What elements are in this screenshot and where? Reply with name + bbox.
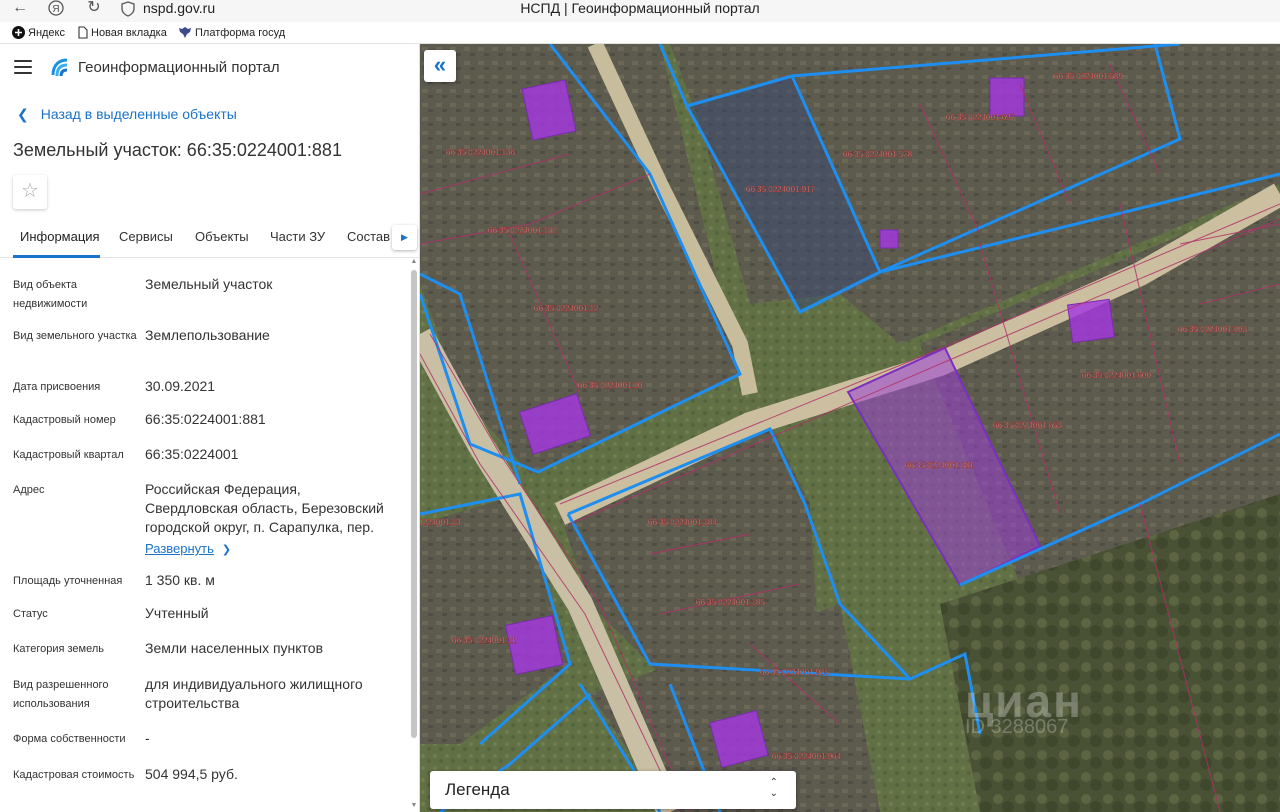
svg-text:Я: Я — [52, 4, 59, 15]
map-view[interactable]: 66:35:0224001:136 66:35:0224001:132 66:3… — [420, 44, 1280, 812]
bookmark-yandex[interactable]: Яндекс — [12, 25, 65, 44]
expand-address-link[interactable]: Развернуть ❯ — [145, 539, 397, 560]
row-value: 1 350 кв. м — [145, 572, 215, 588]
favorite-star-icon[interactable]: ☆ — [13, 175, 47, 209]
panel-scrollbar[interactable]: ▲ ▼ — [410, 258, 418, 812]
row-value: - — [145, 730, 150, 746]
menu-icon[interactable] — [14, 60, 32, 74]
parcel-label: 66:35:0224001:917 — [746, 185, 816, 194]
row-label: Статус — [13, 608, 48, 620]
scroll-up-icon[interactable]: ▲ — [410, 258, 418, 265]
tabs-scroll-right-icon[interactable]: ▶ — [392, 225, 417, 250]
parcel-label: 66:35:0224001:697 — [946, 113, 1016, 122]
legend-label: Легенда — [445, 780, 510, 799]
app-title: Геоинформационный портал — [78, 59, 280, 76]
parcel-label: 66:35:0224001:193 — [1178, 325, 1248, 334]
building — [989, 77, 1025, 117]
scrollbar-thumb[interactable] — [411, 270, 417, 738]
collapse-panel-icon[interactable]: « — [424, 50, 456, 82]
parcel-label: 66:35:0224001:578 — [843, 150, 913, 159]
parcel-label: 66:35:0224001:132 — [488, 226, 558, 235]
browser-toolbar: ← Я ↻ nspd.gov.ru НСПД | Геоинформационн… — [0, 0, 1280, 22]
row-label: Кадастровый номер — [13, 414, 116, 426]
bookmark-label: Платформа госуд — [195, 27, 286, 39]
bookmark-label: Новая вкладка — [91, 27, 167, 39]
building — [879, 229, 899, 249]
address-bar[interactable]: nspd.gov.ru — [143, 0, 215, 16]
site-info-icon[interactable] — [120, 1, 136, 17]
parcel-label: 66:35:0224001:12 — [534, 304, 599, 313]
bookmark-label: Яндекс — [28, 27, 65, 39]
back-link-label: Назад в выделенные объекты — [40, 106, 237, 122]
parcel-label: 66:35:0224001:653 — [993, 421, 1063, 430]
tab-parts[interactable]: Части ЗУ — [270, 229, 325, 244]
row-label: Адрес — [13, 484, 45, 496]
row-label: Вид земельного участка — [13, 330, 137, 342]
expand-label: Развернуть — [145, 541, 214, 556]
row-value: 30.09.2021 — [145, 378, 216, 394]
parcel-label: 66:35:0224001:13 — [420, 518, 461, 527]
bookmark-gosuslugi[interactable]: Платформа госуд — [178, 25, 286, 44]
back-arrow-icon[interactable]: ← — [10, 0, 30, 18]
building — [1066, 298, 1116, 344]
tab-objects[interactable]: Объекты — [195, 229, 249, 244]
active-tab-indicator — [13, 255, 100, 258]
bookmarks-bar: Яндекс Новая вкладка Платформа госуд — [0, 22, 1280, 44]
object-title: Земельный участок: 66:35:0224001:881 — [13, 140, 342, 160]
parcel-label: 66:35:0224001:136 — [446, 148, 516, 157]
row-value: 66:35:0224001 — [145, 446, 239, 462]
back-to-selection-link[interactable]: ❮ Назад в выделенные объекты — [17, 106, 237, 123]
row-label: Вид разрешенного использования — [13, 679, 109, 710]
row-value: 66:35:0224001:881 — [145, 411, 266, 427]
reload-icon[interactable]: ↻ — [84, 0, 104, 18]
parcel-label: 66:35:0224001:11 — [452, 636, 516, 645]
row-value: 504 994,5 руб. — [145, 766, 238, 782]
parcel-label: 66:35:0224001:964 — [772, 752, 842, 761]
parcel-label: 66:35:0224001:985 — [760, 668, 830, 677]
row-value: Землепользование — [145, 327, 270, 343]
row-label: Форма собственности — [13, 733, 126, 745]
parcel-label: 66:35:0224001:185 — [696, 598, 766, 607]
building — [504, 614, 564, 676]
parcel-label: 66:35:0224001:589 — [1054, 72, 1124, 81]
parcel-label: 66:35:0224001:600 — [1082, 371, 1152, 380]
emblem-icon — [178, 26, 192, 44]
tab-information[interactable]: Информация — [20, 229, 100, 244]
chevron-left-icon: ❮ — [17, 106, 29, 122]
row-label: Кадастровая стоимость — [13, 769, 135, 781]
row-value: для индивидуального жилищного строительс… — [145, 676, 363, 711]
parcel-label: 66:35:0224001:10 — [578, 381, 643, 390]
tab-bar: Информация Сервисы Объекты Части ЗУ Сост… — [0, 220, 419, 258]
row-value: Земли населенных пунктов — [145, 640, 324, 656]
bookmark-new-tab[interactable]: Новая вкладка — [78, 25, 167, 44]
row-label: Дата присвоения — [13, 381, 101, 393]
updown-chevron-icon: ⌃ ⌄ — [769, 777, 778, 799]
plus-circle-icon — [12, 26, 25, 44]
info-panel: Геоинформационный портал ❮ Назад в выделе… — [0, 44, 420, 812]
parcel-label: 66:35:0224001:184 — [648, 518, 718, 527]
satellite-map: 66:35:0224001:136 66:35:0224001:132 66:3… — [420, 44, 1280, 812]
row-value: Учтенный — [145, 605, 209, 621]
row-label: Кадастровый квартал — [13, 449, 124, 461]
tab-composition[interactable]: Состав — [347, 229, 390, 244]
tab-services[interactable]: Сервисы — [119, 229, 173, 244]
parcel-label: 66:35:0224001:881 — [905, 461, 975, 470]
row-label: Категория земель — [13, 643, 104, 655]
row-label: Вид объекта недвижимости — [13, 279, 88, 310]
row-value: Российская Федерация, Свердловская облас… — [145, 481, 384, 535]
yandex-icon[interactable]: Я — [46, 0, 66, 18]
legend-dropdown[interactable]: Легенда ⌃ ⌄ — [430, 771, 796, 809]
row-value: Земельный участок — [145, 276, 273, 292]
portal-logo-icon — [50, 57, 70, 79]
chevron-down-icon: ❯ — [221, 544, 232, 556]
page-icon — [78, 26, 88, 44]
scroll-down-icon[interactable]: ▼ — [410, 802, 418, 809]
row-label: Площадь уточненная — [13, 575, 123, 587]
